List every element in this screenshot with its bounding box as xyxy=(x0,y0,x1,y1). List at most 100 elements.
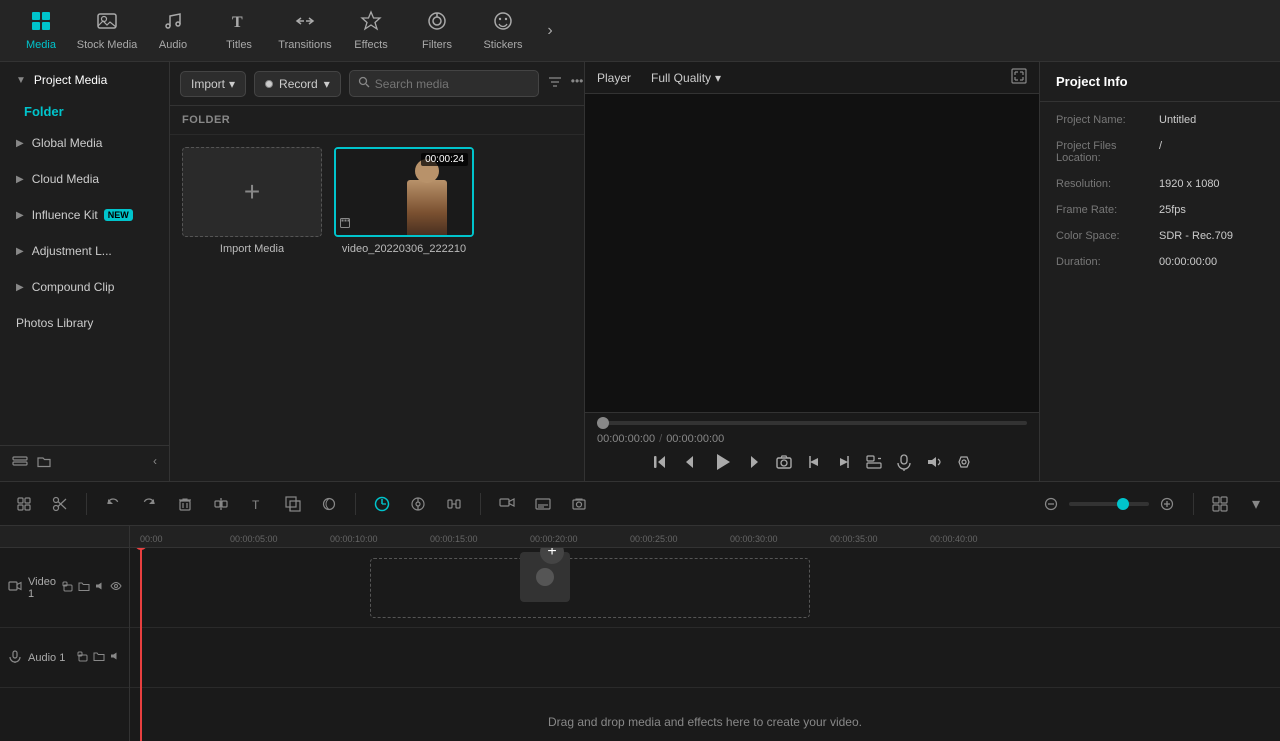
progress-handle[interactable] xyxy=(597,417,609,429)
subtitle-button[interactable] xyxy=(529,490,557,518)
speed-button[interactable] xyxy=(368,490,396,518)
filter-icon[interactable] xyxy=(547,74,563,93)
player-expand-button[interactable] xyxy=(1011,68,1027,87)
info-label-name: Project Name: xyxy=(1056,114,1151,126)
cut-tool-button[interactable] xyxy=(46,490,74,518)
progress-track[interactable] xyxy=(597,421,1027,425)
sidebar-item-adjustment-l[interactable]: ▶ Adjustment L... xyxy=(4,234,165,268)
step-back-button[interactable] xyxy=(681,453,699,471)
nav-item-audio[interactable]: Audio xyxy=(140,3,206,59)
video-type-icon xyxy=(340,217,354,231)
new-badge: NEW xyxy=(104,209,133,221)
folder-label: FOLDER xyxy=(170,106,584,135)
timeline-tracks: Video 1 xyxy=(0,526,1280,741)
sidebar-item-influence-kit[interactable]: ▶ Influence Kit NEW xyxy=(4,198,165,232)
info-row-location: Project Files Location: / xyxy=(1056,140,1264,164)
delete-button[interactable] xyxy=(171,490,199,518)
import-thumb[interactable]: + xyxy=(182,147,322,237)
more-nav-button[interactable]: › xyxy=(536,3,564,59)
mark-out-button[interactable] xyxy=(835,453,853,471)
timeline-area: T xyxy=(0,481,1280,741)
audio-lock-button[interactable] xyxy=(77,650,89,665)
folder-button[interactable] xyxy=(36,454,52,473)
zoom-handle[interactable] xyxy=(1117,498,1129,510)
toolbar-divider-2 xyxy=(355,493,356,515)
multicam-button[interactable] xyxy=(493,490,521,518)
crop-button[interactable] xyxy=(279,490,307,518)
step-forward-button[interactable] xyxy=(745,453,763,471)
play-button[interactable] xyxy=(711,451,733,473)
select-tool-button[interactable] xyxy=(10,490,38,518)
nav-item-effects[interactable]: Effects xyxy=(338,3,404,59)
nav-item-stickers[interactable]: Stickers xyxy=(470,3,536,59)
record-button[interactable]: Record ▾ xyxy=(254,71,341,97)
video-volume-button[interactable] xyxy=(94,580,106,595)
settings-ctrl-button[interactable] xyxy=(955,453,973,471)
drop-zone[interactable] xyxy=(370,558,810,618)
snapshot-tl-button[interactable] xyxy=(565,490,593,518)
nav-label-transitions: Transitions xyxy=(278,39,331,51)
sidebar-item-folder[interactable]: Folder xyxy=(0,98,169,125)
media-item-import[interactable]: + Import Media xyxy=(182,147,322,469)
total-time: 00:00:00:00 xyxy=(666,433,724,445)
video-eye-button[interactable] xyxy=(110,580,122,595)
sidebar-item-photos-library[interactable]: Photos Library xyxy=(4,306,165,340)
more-options-button[interactable]: ▾ xyxy=(1242,490,1270,518)
add-track-button[interactable] xyxy=(12,454,28,473)
sidebar-collapse-button[interactable]: ‹ xyxy=(153,454,157,473)
nav-label-media: Media xyxy=(26,39,56,51)
text-button[interactable]: T xyxy=(243,490,271,518)
zoom-slider[interactable] xyxy=(1069,502,1149,506)
import-button[interactable]: Import ▾ xyxy=(180,71,246,97)
playback-controls xyxy=(597,451,1027,473)
audio-track-controls xyxy=(77,650,121,665)
split-button[interactable] xyxy=(207,490,235,518)
nav-item-titles[interactable]: T Titles xyxy=(206,3,272,59)
audio-volume-button[interactable] xyxy=(109,650,121,665)
undo-button[interactable] xyxy=(99,490,127,518)
add-to-timeline-ctrl-button[interactable] xyxy=(865,453,883,471)
sidebar-item-cloud-media[interactable]: ▶ Cloud Media xyxy=(4,162,165,196)
audio-sync-button[interactable] xyxy=(440,490,468,518)
audio-track-row[interactable] xyxy=(130,628,1280,688)
video-lock-button[interactable] xyxy=(62,580,74,595)
search-input[interactable] xyxy=(375,77,530,91)
ruler-mark-4: 00:00:20:00 xyxy=(530,534,578,544)
sidebar-item-project-media[interactable]: ▼ Project Media xyxy=(4,63,165,97)
video-track-row[interactable]: + xyxy=(130,548,1280,628)
media-item-video1[interactable]: 00:00:24 video_20220306_222210 xyxy=(334,147,474,469)
transitions-icon xyxy=(294,10,316,36)
layout-button[interactable] xyxy=(1206,490,1234,518)
sidebar-item-compound-clip[interactable]: ▶ Compound Clip xyxy=(4,270,165,304)
track-headers: Video 1 xyxy=(0,526,130,741)
nav-item-transitions[interactable]: Transitions xyxy=(272,3,338,59)
mark-in-button[interactable] xyxy=(805,453,823,471)
nav-item-media[interactable]: Media xyxy=(8,3,74,59)
skip-back-button[interactable] xyxy=(651,453,669,471)
video-folder-button[interactable] xyxy=(78,580,90,595)
zoom-in-button[interactable] xyxy=(1153,490,1181,518)
quality-label: Full Quality xyxy=(651,71,711,85)
voiceover-button[interactable] xyxy=(895,453,913,471)
svg-text:T: T xyxy=(232,14,243,31)
media-toolbar: Import ▾ Record ▾ xyxy=(170,62,584,106)
zoom-out-button[interactable] xyxy=(1037,490,1065,518)
more-icon[interactable]: ••• xyxy=(571,74,584,93)
nav-label-stock: Stock Media xyxy=(77,39,138,51)
quality-select[interactable]: Full Quality ▾ xyxy=(651,71,721,85)
stabilize-button[interactable] xyxy=(404,490,432,518)
search-box[interactable] xyxy=(349,70,539,97)
color-button[interactable] xyxy=(315,490,343,518)
volume-button[interactable] xyxy=(925,453,943,471)
info-row-resolution: Resolution: 1920 x 1080 xyxy=(1056,178,1264,190)
player-tab[interactable]: Player xyxy=(597,71,631,85)
redo-button[interactable] xyxy=(135,490,163,518)
sidebar-item-global-media[interactable]: ▶ Global Media xyxy=(4,126,165,160)
nav-item-stock[interactable]: Stock Media xyxy=(74,3,140,59)
filters-icon xyxy=(426,10,448,36)
audio-folder-button[interactable] xyxy=(93,650,105,665)
snapshot-button[interactable] xyxy=(775,453,793,471)
nav-item-filters[interactable]: Filters xyxy=(404,3,470,59)
audio-icon xyxy=(162,10,184,36)
video-thumb[interactable]: 00:00:24 xyxy=(334,147,474,237)
